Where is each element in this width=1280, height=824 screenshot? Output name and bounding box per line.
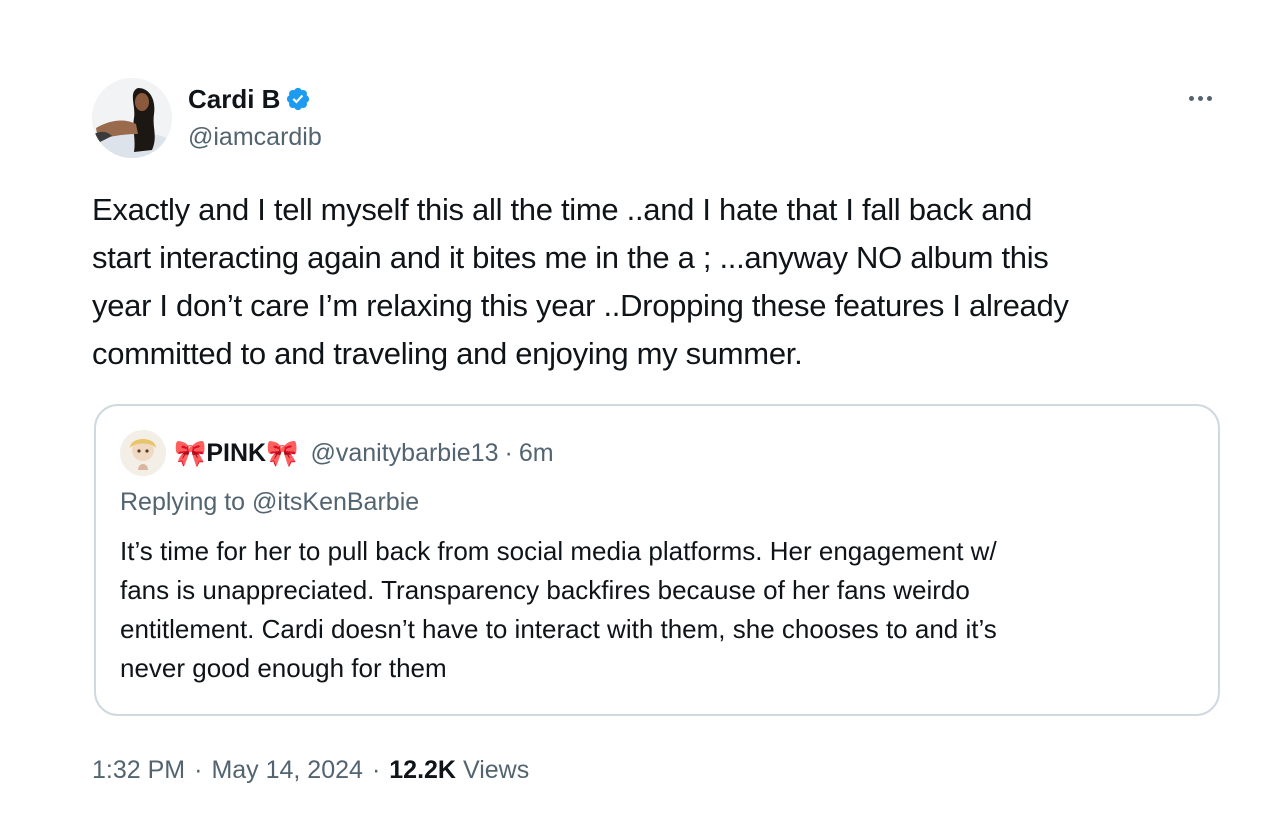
quoted-display-name[interactable]: 🎀 PINK 🎀: [174, 439, 298, 468]
quoted-name-text: PINK: [206, 438, 267, 467]
more-horizontal-icon[interactable]: [1180, 86, 1220, 110]
author-avatar[interactable]: [92, 78, 172, 158]
author-name-row: Cardi B: [188, 83, 322, 115]
tweet-header: Cardi B @iamcardib: [92, 78, 322, 158]
author-display-name[interactable]: Cardi B: [188, 83, 280, 115]
author-names: Cardi B @iamcardib: [188, 83, 322, 153]
tweet-text: Exactly and I tell myself this all the t…: [92, 192, 1069, 371]
views-label: Views: [462, 756, 530, 784]
tweet: Cardi B @iamcardib Exactly and I tell my…: [0, 0, 1280, 824]
quoted-replying-to: Replying to @itsKenBarbie: [120, 488, 420, 516]
author-handle[interactable]: @iamcardib: [188, 121, 322, 153]
quoted-separator: ·: [504, 438, 513, 467]
tweet-time[interactable]: 1:32 PM: [92, 752, 185, 788]
verified-badge-icon: [285, 86, 311, 112]
footer-separator-2: ·: [371, 756, 381, 784]
quoted-avatar[interactable]: [120, 430, 166, 476]
quoted-header: 🎀 PINK 🎀 @vanitybarbie13 · 6m: [120, 430, 554, 476]
quoted-avatar-image: [120, 430, 166, 476]
bow-left-emoji: 🎀: [174, 438, 207, 468]
quoted-tweet[interactable]: 🎀 PINK 🎀 @vanitybarbie13 · 6m Replying t…: [94, 404, 1220, 716]
tweet-footer: 1:32 PM · May 14, 2024 · 12.2K Views: [92, 752, 529, 788]
views-count[interactable]: 12.2K: [389, 752, 456, 788]
quoted-time[interactable]: 6m: [519, 439, 554, 468]
footer-separator-1: ·: [194, 756, 203, 784]
avatar-image: [92, 78, 172, 158]
tweet-date[interactable]: May 14, 2024: [211, 752, 363, 788]
bow-right-emoji: 🎀: [266, 438, 299, 468]
quoted-handle[interactable]: @vanitybarbie13: [310, 439, 498, 468]
quoted-text: It’s time for her to pull back from soci…: [120, 536, 997, 683]
